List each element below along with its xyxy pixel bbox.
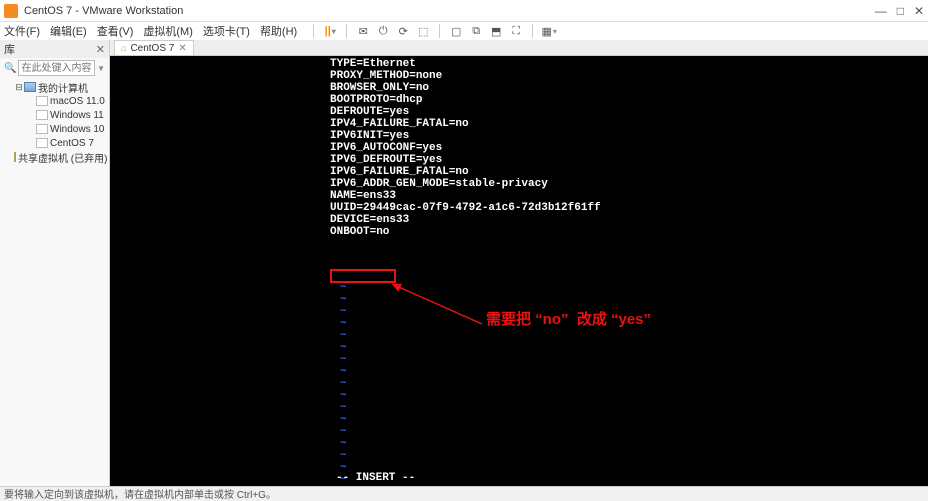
search-dropdown-icon[interactable]: ▼ [97, 64, 105, 73]
send-icon[interactable]: ✉ [356, 24, 370, 38]
tree-item-centos7[interactable]: CentOS 7 [2, 136, 107, 150]
close-button[interactable]: ✕ [914, 5, 924, 17]
menu-edit[interactable]: 编辑(E) [50, 23, 87, 39]
sidebar-title: 库 [4, 41, 15, 57]
minimize-button[interactable]: — [875, 5, 887, 17]
tree-label: CentOS 7 [50, 138, 94, 149]
term-line: BOOTPROTO=dhcp [330, 94, 601, 106]
view-mode-button[interactable]: ▦ [542, 24, 556, 38]
pause-button[interactable]: || [323, 24, 337, 38]
status-text: 要将输入定向到该虚拟机，请在虚拟机内部单击或按 Ctrl+G。 [4, 486, 276, 501]
tree-label: Windows 10 [50, 124, 104, 135]
term-line: ONBOOT=no [330, 226, 601, 238]
tree-label: Windows 11 [50, 110, 104, 121]
window-title: CentOS 7 - VMware Workstation [24, 5, 875, 17]
tab-centos7[interactable]: ⌂ CentOS 7 ✕ [114, 40, 194, 55]
term-line: TYPE=Ethernet [330, 58, 601, 70]
terminal[interactable]: TYPE=Ethernet PROXY_METHOD=none BROWSER_… [110, 56, 928, 486]
window-titlebar: CentOS 7 - VMware Workstation — □ ✕ [0, 0, 928, 22]
term-line: DEVICE=ens33 [330, 214, 601, 226]
window-controls: — □ ✕ [875, 5, 924, 17]
annotation-text: 需要把 “no” 改成 “yes” [486, 314, 651, 326]
annotation-highlight-box [330, 269, 396, 283]
annotation-arrow [386, 280, 486, 330]
status-bar: 要将输入定向到该虚拟机，请在虚拟机内部单击或按 Ctrl+G。 [0, 486, 928, 500]
maximize-button[interactable]: □ [897, 5, 904, 17]
terminal-empty-markers: ~~~~~~~~~~~~~~~~~~~~ [340, 282, 347, 486]
sidebar-header: 库 ✕ [0, 40, 109, 58]
tree-root-my-computer[interactable]: ⊟我的计算机 [2, 80, 107, 94]
term-line: IPV6_FAILURE_FATAL=no [330, 166, 601, 178]
tool-icon[interactable]: ⬚ [416, 24, 430, 38]
vim-mode-line: -- INSERT -- [336, 472, 415, 484]
tab-label: CentOS 7 [130, 43, 174, 54]
menu-tabs[interactable]: 选项卡(T) [203, 23, 250, 39]
term-line: BROWSER_ONLY=no [330, 82, 601, 94]
screen3-icon[interactable]: ⬒ [489, 24, 503, 38]
tree-item-win10[interactable]: Windows 10 [2, 122, 107, 136]
term-line: IPV6_ADDR_GEN_MODE=stable-privacy [330, 178, 601, 190]
menu-view[interactable]: 查看(V) [97, 23, 134, 39]
term-line: IPV6_DEFROUTE=yes [330, 154, 601, 166]
tree-shared-vms[interactable]: 共享虚拟机 (已弃用) [2, 150, 107, 164]
main-area: 库 ✕ 🔍 ▼ ⊟我的计算机 macOS 11.0 Windows 11 Win… [0, 40, 928, 486]
separator [346, 24, 347, 38]
menu-file[interactable]: 文件(F) [4, 23, 40, 39]
home-icon: ⌂ [121, 43, 126, 53]
term-line: NAME=ens33 [330, 190, 601, 202]
sidebar-close-icon[interactable]: ✕ [96, 43, 105, 56]
term-line: IPV4_FAILURE_FATAL=no [330, 118, 601, 130]
vm-tree: ⊟我的计算机 macOS 11.0 Windows 11 Windows 10 … [0, 78, 109, 166]
tree-item-macos[interactable]: macOS 11.0 [2, 94, 107, 108]
term-line: PROXY_METHOD=none [330, 70, 601, 82]
term-line: IPV6INIT=yes [330, 130, 601, 142]
tree-label: 共享虚拟机 (已弃用) [18, 150, 107, 165]
tab-strip: ⌂ CentOS 7 ✕ [110, 40, 928, 56]
power-icon[interactable]: ⏻ [376, 24, 390, 38]
screen2-icon[interactable]: ⧉ [469, 24, 483, 38]
sidebar-search: 🔍 ▼ [0, 58, 109, 78]
app-icon [4, 4, 18, 18]
term-line: DEFROUTE=yes [330, 106, 601, 118]
tree-label: 我的计算机 [38, 80, 88, 95]
tree-label: macOS 11.0 [50, 96, 105, 107]
content-area: ⌂ CentOS 7 ✕ TYPE=Ethernet PROXY_METHOD=… [110, 40, 928, 486]
fullscreen-icon[interactable]: ⛶ [509, 24, 523, 38]
separator [532, 24, 533, 38]
search-icon: 🔍 [4, 63, 16, 74]
separator [313, 24, 314, 38]
tab-close-icon[interactable]: ✕ [178, 43, 186, 54]
menubar: 文件(F) 编辑(E) 查看(V) 虚拟机(M) 选项卡(T) 帮助(H) ||… [0, 22, 928, 40]
screen1-icon[interactable]: ▢ [449, 24, 463, 38]
term-line: UUID=29449cac-07f9-4792-a1c6-72d3b12f61f… [330, 202, 601, 214]
search-input[interactable] [18, 60, 95, 76]
terminal-lines: TYPE=Ethernet PROXY_METHOD=none BROWSER_… [330, 58, 601, 238]
menu-vm[interactable]: 虚拟机(M) [143, 23, 193, 39]
term-line: IPV6_AUTOCONF=yes [330, 142, 601, 154]
tree-item-win11[interactable]: Windows 11 [2, 108, 107, 122]
snapshot-icon[interactable]: ⟳ [396, 24, 410, 38]
sidebar: 库 ✕ 🔍 ▼ ⊟我的计算机 macOS 11.0 Windows 11 Win… [0, 40, 110, 486]
separator [439, 24, 440, 38]
menu-help[interactable]: 帮助(H) [260, 23, 297, 39]
